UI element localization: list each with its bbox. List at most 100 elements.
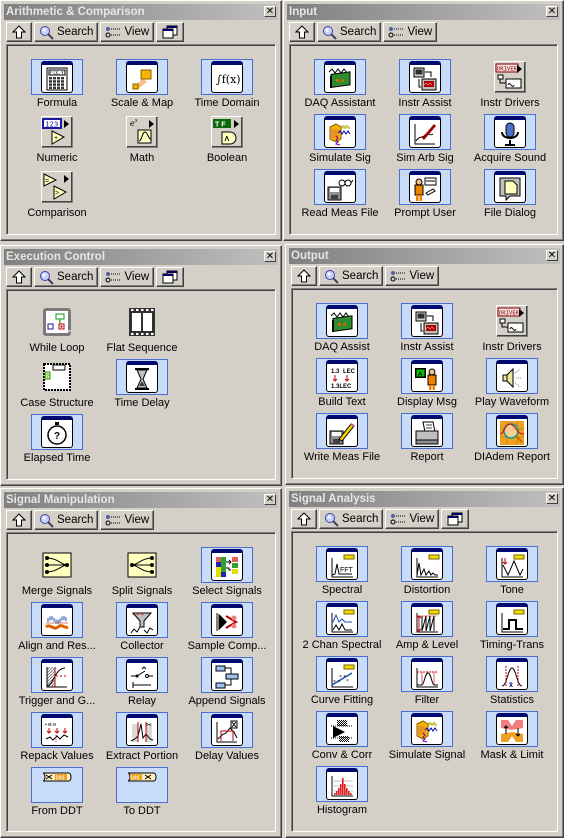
search-button[interactable]: Search [34, 267, 99, 287]
restore-palette-button[interactable] [156, 22, 185, 42]
palette-item-math[interactable]: ex Math [100, 114, 184, 169]
palette-titlebar[interactable]: Signal Manipulation ✕ [4, 492, 278, 508]
palette-titlebar[interactable]: Signal Analysis ✕ [289, 491, 560, 507]
palette-item-filter[interactable]: Filter [385, 656, 469, 711]
palette-item-file-dialog[interactable]: File Dialog [468, 169, 552, 224]
palette-item-formula[interactable]: F(X,Y) Formula [15, 59, 99, 114]
view-button[interactable]: View [385, 509, 440, 529]
palette-signal-analysis: Signal Analysis ✕ Search View FFT Spectr… [285, 487, 564, 838]
up-button[interactable] [289, 22, 315, 42]
scissors-graph-icon: ✂ [126, 714, 158, 746]
palette-item-comparison[interactable]: = > Comparison [15, 169, 99, 224]
palette-titlebar[interactable]: Input ✕ [287, 4, 560, 20]
palette-item-trigger-and-g[interactable]: Trigger and G... [15, 657, 99, 712]
palette-item-report[interactable]: Report [385, 413, 469, 468]
search-button[interactable]: Search [317, 22, 382, 42]
palette-item-diadem-report[interactable]: DIAdem Report [470, 413, 554, 468]
palette-item-append-signals[interactable]: Append Signals [185, 657, 269, 712]
palette-item-play-waveform[interactable]: Play Waveform [470, 358, 554, 413]
palette-item-acquire-sound[interactable]: Acquire Sound [468, 114, 552, 169]
up-button[interactable] [291, 509, 317, 529]
palette-item-timing-trans[interactable]: Timing-Trans [470, 601, 554, 656]
search-button[interactable]: Search [319, 509, 384, 529]
close-button[interactable]: ✕ [546, 250, 558, 261]
view-button[interactable]: View [100, 22, 155, 42]
palette-titlebar[interactable]: Arithmetic & Comparison ✕ [4, 4, 278, 20]
search-button[interactable]: Search [34, 510, 99, 530]
palette-item-delay-values[interactable]: Delay Values [185, 712, 269, 767]
up-arrow-icon [297, 269, 311, 283]
palette-item-instr-assist[interactable]: Instr Assist [385, 303, 469, 358]
restore-palette-button[interactable] [441, 509, 470, 529]
palette-item-build-text[interactable]: 1.3 LEC 1.3LEC Build Text [300, 358, 384, 413]
palette-item-amp-and-level[interactable]: Amp & Level [385, 601, 469, 656]
palette-item-time-domain[interactable]: ∫f(x) Time Domain [185, 59, 269, 114]
palette-item-split-signals[interactable]: Split Signals [100, 547, 184, 602]
palette-item-flat-sequence[interactable]: Flat Sequence [100, 304, 184, 359]
palette-item-while-loop[interactable]: While Loop [15, 304, 99, 359]
palette-item-read-meas-file[interactable]: Read Meas File [298, 169, 382, 224]
palette-item-prompt-user[interactable]: Prompt User [383, 169, 467, 224]
palette-item-curve-fitting[interactable]: × × × × × Curve Fitting [300, 656, 384, 711]
instrument-icon [411, 305, 443, 337]
palette-item-conv-and-corr[interactable]: Conv & Corr [300, 711, 384, 766]
search-icon [39, 25, 54, 40]
view-button[interactable]: View [100, 267, 155, 287]
palette-item-spectral[interactable]: FFT Spectral [300, 546, 384, 601]
palette-item-extract-portion[interactable]: ✂ Extract Portion [100, 712, 184, 767]
palette-item-instr-drivers[interactable]: DRIVERS Instr Drivers [468, 59, 552, 114]
palette-item-collector[interactable]: + + + Collector [100, 602, 184, 657]
view-button[interactable]: View [383, 22, 438, 42]
svg-text:×: × [346, 678, 349, 684]
palette-item-select-signals[interactable]: Select Signals [185, 547, 269, 602]
palette-item-daq-assist[interactable]: DAQ Assist [300, 303, 384, 358]
view-button[interactable]: View [385, 266, 440, 286]
close-button[interactable]: ✕ [546, 493, 558, 504]
palette-item-simulate-sig[interactable]: Simulate Sig [298, 114, 382, 169]
palette-item-distortion[interactable]: Distortion [385, 546, 469, 601]
up-button[interactable] [291, 266, 317, 286]
palette-item-sample-comp[interactable]: Sample Comp... [185, 602, 269, 657]
filter-icon [411, 658, 443, 690]
view-button[interactable]: View [100, 510, 155, 530]
up-button[interactable] [6, 267, 32, 287]
palette-item-mask-and-limit[interactable]: Mask & Limit [470, 711, 554, 766]
palette-item-icon-frame: ✂ [116, 712, 168, 748]
palette-item-simulate-signal[interactable]: Simulate Signal [385, 711, 469, 766]
palette-titlebar[interactable]: Output ✕ [289, 248, 560, 264]
palette-item-elapsed-time[interactable]: ? Elapsed Time [15, 414, 99, 469]
palette-item-tone[interactable]: Tone [470, 546, 554, 601]
search-button[interactable]: Search [319, 266, 384, 286]
close-icon: ✕ [547, 250, 557, 261]
up-button[interactable] [6, 22, 32, 42]
up-button[interactable] [6, 510, 32, 530]
palette-item-sim-arb-sig[interactable]: Sim Arb Sig [383, 114, 467, 169]
palette-item-numeric[interactable]: 123 + Numeric [15, 114, 99, 169]
palette-item-align-and-res[interactable]: Align and Res... [15, 602, 99, 657]
palette-item-repack-values[interactable]: ▪ ᴍ ᴎ Repack Values [15, 712, 99, 767]
palette-item-daq-assistant[interactable]: DAQ Assistant [298, 59, 382, 114]
palette-item-relay[interactable]: Relay [100, 657, 184, 712]
close-button[interactable]: ✕ [264, 251, 276, 262]
palette-item-boolean[interactable]: T F Λ Boolean [185, 114, 269, 169]
palette-item-from-ddt[interactable]: [ab] From DDT [15, 767, 99, 822]
palette-item-write-meas-file[interactable]: Write Meas File [300, 413, 384, 468]
close-button[interactable]: ✕ [264, 6, 276, 17]
palette-titlebar[interactable]: Execution Control ✕ [4, 249, 278, 265]
close-button[interactable]: ✕ [546, 6, 558, 17]
svg-text:1.3LEC: 1.3LEC [331, 384, 352, 390]
palette-item-display-msg[interactable]: A Display Msg [385, 358, 469, 413]
palette-item-to-ddt[interactable]: [ab] To DDT [100, 767, 184, 822]
palette-item-time-delay[interactable]: Time Delay [100, 359, 184, 414]
palette-item-instr-assist[interactable]: Instr Assist [383, 59, 467, 114]
palette-item-scale-and-map[interactable]: Scale & Map [100, 59, 184, 114]
close-button[interactable]: ✕ [264, 494, 276, 505]
palette-item-2-chan-spectral[interactable]: 2 Chan Spectral [300, 601, 384, 656]
search-button[interactable]: Search [34, 22, 99, 42]
restore-palette-button[interactable] [156, 267, 185, 287]
palette-item-statistics[interactable]: x̄ Statistics [470, 656, 554, 711]
palette-item-merge-signals[interactable]: Merge Signals [15, 547, 99, 602]
palette-item-case-structure[interactable]: ? Case Structure [15, 359, 99, 414]
palette-item-histogram[interactable]: Histogram [300, 766, 384, 821]
palette-item-instr-drivers[interactable]: DRIVERS Instr Drivers [470, 303, 554, 358]
